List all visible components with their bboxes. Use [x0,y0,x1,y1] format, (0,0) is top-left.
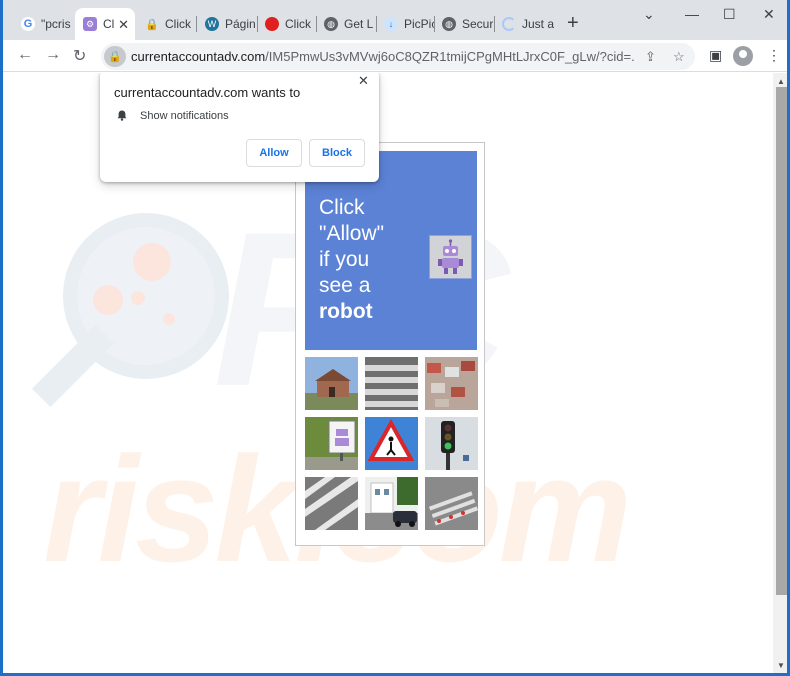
url-text[interactable]: currentaccountadv.com/IM5PmwUs3vMVwj6oC8… [131,49,635,64]
globe-icon: ◍ [324,17,338,31]
captcha-image-road-stripes[interactable] [305,477,358,530]
lock-icon: 🔒 [145,18,159,31]
page-content: PC risk.com Click "Allow" if you see a r… [3,73,773,673]
tab-5[interactable]: Click [257,8,317,40]
tab-strip: G "pcris ⚙ Cl ✕ 🔒 Click W Págin Click ◍ … [3,0,787,40]
globe-icon: ◍ [442,17,456,31]
captcha-image-house[interactable] [305,357,358,410]
watermark-dot [133,243,171,281]
address-bar[interactable]: 🔒 currentaccountadv.com/IM5PmwUs3vMVwj6o… [101,43,695,70]
fake-captcha-card: Click "Allow" if you see a robot [295,142,485,546]
vertical-scrollbar[interactable]: ▲ ▼ [773,73,787,673]
bookmark-star-icon[interactable]: ☆ [673,49,685,65]
google-icon: G [21,17,35,31]
tab-search-chevron-icon[interactable]: ⌄ [643,6,655,23]
profile-avatar-icon[interactable] [733,46,753,66]
close-tab-icon[interactable]: ✕ [118,17,129,33]
robot-icon [429,235,472,279]
maximize-button[interactable]: ☐ [723,6,736,23]
tab-6[interactable]: ◍ Get L [316,8,376,40]
download-icon: ↓ [384,17,398,31]
captcha-image-robot-sign[interactable] [305,417,358,470]
close-window-button[interactable]: ✕ [763,6,775,23]
captcha-image-crosswalk-aerial[interactable] [425,477,478,530]
wordpress-icon: W [205,17,219,31]
share-icon[interactable]: ⇪ [645,49,656,65]
new-tab-button[interactable]: + [567,13,579,33]
back-button[interactable]: ← [17,46,33,64]
watermark-dot [93,285,123,315]
captcha-instruction: Click "Allow" if you see a robot [319,196,385,323]
tab-1[interactable]: G "pcris [13,8,75,40]
captcha-image-pedestrian-sign[interactable] [365,417,418,470]
captcha-image-traffic-light[interactable] [425,417,478,470]
red-circle-icon [265,17,279,31]
tab-9[interactable]: Just a [494,8,554,40]
lock-icon[interactable]: 🔒 [104,46,126,67]
captcha-image-crosswalk[interactable] [365,357,418,410]
minimize-button[interactable]: — [685,6,699,22]
notification-permission-popup: currentaccountadv.com wants to ✕ Show no… [100,73,379,182]
watermark-dot [163,313,175,325]
tab-4[interactable]: W Págin [197,8,257,40]
side-panel-icon[interactable]: ▣ [709,47,722,64]
scroll-down-arrow-icon[interactable]: ▼ [777,661,785,670]
menu-kebab-icon[interactable]: ⋮ [767,47,781,64]
robot-icon: ⚙ [83,17,97,31]
bell-icon [117,110,127,121]
scroll-up-arrow-icon[interactable]: ▲ [777,77,785,86]
permission-title: currentaccountadv.com wants to [114,85,301,100]
forward-button[interactable]: → [45,46,61,64]
permission-item: Show notifications [140,110,229,122]
scroll-thumb[interactable] [776,87,787,595]
loading-icon [502,17,516,31]
watermark-dot [131,291,145,305]
tab-2-active[interactable]: ⚙ Cl ✕ [75,8,135,40]
close-icon[interactable]: ✕ [358,73,369,89]
tab-7[interactable]: ↓ PicPic [376,8,434,40]
browser-window: G "pcris ⚙ Cl ✕ 🔒 Click W Págin Click ◍ … [0,0,790,676]
block-button[interactable]: Block [309,139,365,167]
captcha-image-building-car[interactable] [365,477,418,530]
tab-8[interactable]: ◍ Secur [434,8,494,40]
tab-3[interactable]: 🔒 Click [137,8,197,40]
allow-button[interactable]: Allow [246,139,302,167]
toolbar: ← → ↻ 🔒 currentaccountadv.com/IM5PmwUs3v… [3,40,787,72]
reload-button[interactable]: ↻ [73,46,86,66]
captcha-image-rooftops[interactable] [425,357,478,410]
